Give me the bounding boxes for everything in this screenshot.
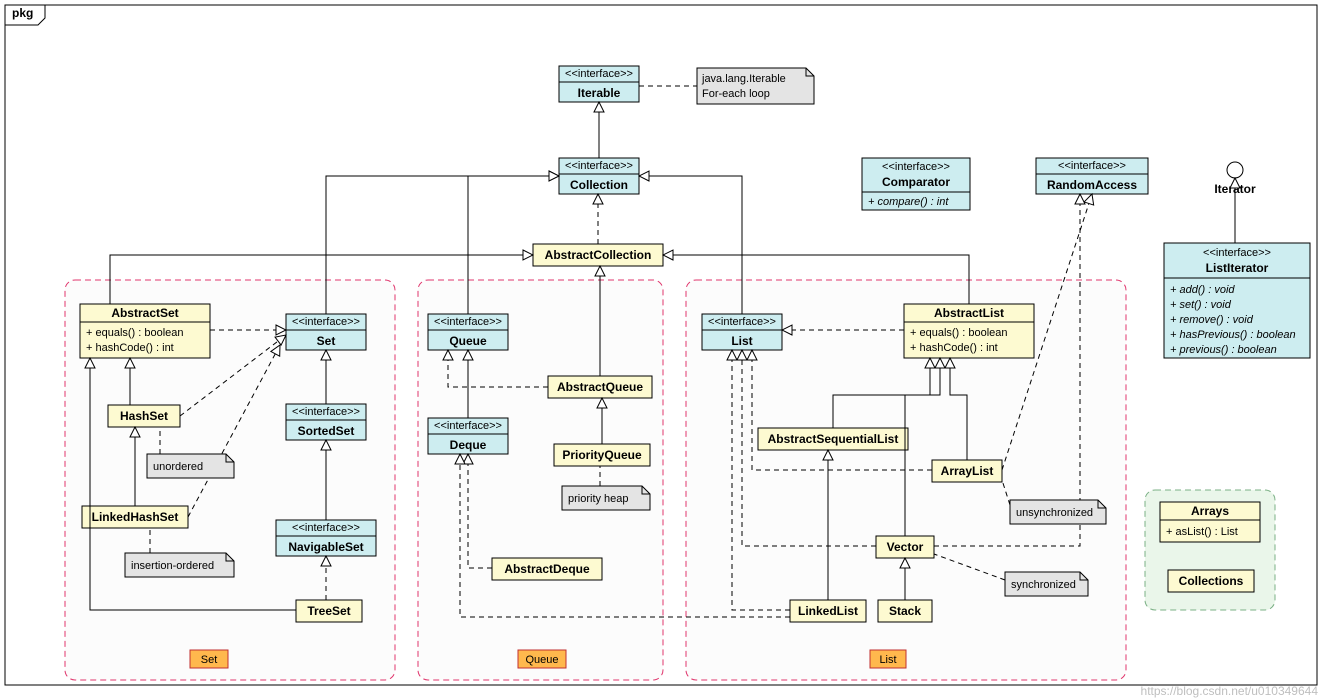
interface-listiterator: <<interface>> ListIterator + add() : voi… [1164, 243, 1310, 358]
svg-text:+ hasPrevious() : boolean: + hasPrevious() : boolean [1170, 329, 1296, 341]
tag-queue-label: Queue [525, 654, 558, 666]
svg-text:+ set() : void: + set() : void [1170, 299, 1232, 311]
tag-list-label: List [879, 654, 896, 666]
svg-text:HashSet: HashSet [120, 409, 168, 423]
interface-queue: <<interface>> Queue [428, 314, 508, 350]
svg-text:unsynchronized: unsynchronized [1016, 507, 1093, 519]
class-abstractqueue: AbstractQueue [548, 376, 652, 398]
svg-text:+ equals() : boolean: + equals() : boolean [910, 327, 1008, 339]
svg-text:ArrayList: ArrayList [941, 464, 994, 478]
svg-text:Queue: Queue [449, 334, 487, 348]
svg-text:+ previous() : boolean: + previous() : boolean [1170, 344, 1277, 356]
tag-set-label: Set [201, 654, 218, 666]
interface-list: <<interface>> List [702, 314, 782, 350]
svg-text:<<interface>>: <<interface>> [292, 406, 360, 418]
svg-text:priority heap: priority heap [568, 493, 629, 505]
svg-text:<<interface>>: <<interface>> [292, 316, 360, 328]
svg-text:+ hashCode() : int: + hashCode() : int [86, 342, 174, 354]
svg-text:<<interface>>: <<interface>> [434, 420, 502, 432]
iterator-lollipop [1227, 162, 1243, 178]
interface-randomaccess: <<interface>> RandomAccess [1036, 158, 1148, 194]
svg-text:For-each loop: For-each loop [702, 88, 770, 100]
class-stack: Stack [878, 600, 932, 622]
svg-text:LinkedHashSet: LinkedHashSet [92, 510, 179, 524]
svg-text:Stack: Stack [889, 604, 921, 618]
svg-text:List: List [731, 334, 752, 348]
interface-collection: <<interface>> Collection [559, 158, 639, 194]
svg-text:Comparator: Comparator [882, 175, 950, 189]
svg-text:<<interface>>: <<interface>> [565, 160, 633, 172]
svg-text:+ compare() : int: + compare() : int [868, 196, 949, 208]
note-unordered: unordered [147, 454, 234, 478]
svg-text:<<interface>>: <<interface>> [1203, 247, 1271, 259]
svg-text:<<interface>>: <<interface>> [434, 316, 502, 328]
svg-text:AbstractList: AbstractList [934, 306, 1004, 320]
class-vector: Vector [876, 536, 934, 558]
note-unsynchronized: unsynchronized [1010, 500, 1106, 524]
svg-text:unordered: unordered [153, 461, 203, 473]
svg-text:Vector: Vector [887, 540, 924, 554]
class-linkedlist: LinkedList [790, 600, 866, 622]
class-arrays: Arrays + asList() : List [1160, 502, 1260, 542]
class-collections: Collections [1168, 570, 1254, 592]
svg-text:AbstractDeque: AbstractDeque [504, 562, 590, 576]
svg-text:<<interface>>: <<interface>> [882, 161, 950, 173]
class-abstractdeque: AbstractDeque [492, 558, 602, 580]
class-linkedhashset: LinkedHashSet [82, 506, 188, 528]
svg-text:RandomAccess: RandomAccess [1047, 178, 1137, 192]
svg-text:Set: Set [317, 334, 336, 348]
svg-text:<<interface>>: <<interface>> [708, 316, 776, 328]
svg-text:AbstractSequentialList: AbstractSequentialList [768, 432, 899, 446]
interface-set: <<interface>> Set [286, 314, 366, 350]
svg-text:+ asList() : List: + asList() : List [1166, 526, 1238, 538]
svg-text:<<interface>>: <<interface>> [292, 522, 360, 534]
watermark: https://blog.csdn.net/u010349644 [1141, 684, 1319, 698]
class-priorityqueue: PriorityQueue [554, 444, 650, 466]
svg-text:+ equals() : boolean: + equals() : boolean [86, 327, 184, 339]
class-abstractlist: AbstractList + equals() : boolean + hash… [904, 304, 1034, 358]
svg-text:<<interface>>: <<interface>> [1058, 160, 1126, 172]
svg-text:AbstractQueue: AbstractQueue [557, 380, 643, 394]
svg-text:Arrays: Arrays [1191, 504, 1229, 518]
svg-text:+ remove() : void: + remove() : void [1170, 314, 1254, 326]
svg-text:+ hashCode() : int: + hashCode() : int [910, 342, 998, 354]
interface-deque: <<interface>> Deque [428, 418, 508, 454]
interface-comparator: <<interface>> Comparator + compare() : i… [862, 158, 970, 210]
svg-text:NavigableSet: NavigableSet [288, 540, 363, 554]
interface-iterable: <<interface>> Iterable [559, 66, 639, 102]
svg-text:TreeSet: TreeSet [307, 604, 350, 618]
class-hashset: HashSet [108, 405, 180, 427]
svg-text:ListIterator: ListIterator [1206, 261, 1269, 275]
interface-navigableset: <<interface>> NavigableSet [276, 520, 376, 556]
note-iterable: java.lang.Iterable For-each loop [697, 68, 814, 104]
svg-text:insertion-ordered: insertion-ordered [131, 560, 214, 572]
class-arraylist: ArrayList [932, 460, 1002, 482]
svg-text:AbstractCollection: AbstractCollection [545, 248, 652, 262]
svg-text:SortedSet: SortedSet [298, 424, 355, 438]
svg-text:Deque: Deque [450, 438, 487, 452]
svg-text:Collection: Collection [570, 178, 628, 192]
svg-text:Iterable: Iterable [578, 86, 621, 100]
svg-text:Collections: Collections [1179, 574, 1244, 588]
interface-sortedset: <<interface>> SortedSet [286, 404, 366, 440]
package-label: pkg [12, 6, 33, 20]
note-priorityheap: priority heap [562, 486, 650, 510]
svg-text:<<interface>>: <<interface>> [565, 68, 633, 80]
svg-text:PriorityQueue: PriorityQueue [562, 448, 642, 462]
note-insertionordered: insertion-ordered [125, 553, 234, 577]
class-abstractcollection: AbstractCollection [533, 244, 663, 266]
note-synchronized: synchronized [1005, 572, 1088, 596]
svg-text:+ add() : void: + add() : void [1170, 284, 1235, 296]
uml-diagram: pkg Set Queue List <<interface>> Iterabl… [0, 0, 1322, 699]
class-abstractsequentiallist: AbstractSequentialList [758, 428, 908, 450]
svg-text:LinkedList: LinkedList [798, 604, 858, 618]
class-abstractset: AbstractSet + equals() : boolean + hashC… [80, 304, 210, 358]
svg-text:synchronized: synchronized [1011, 579, 1076, 591]
svg-text:AbstractSet: AbstractSet [111, 306, 178, 320]
svg-text:java.lang.Iterable: java.lang.Iterable [701, 73, 786, 85]
class-treeset: TreeSet [296, 600, 362, 622]
